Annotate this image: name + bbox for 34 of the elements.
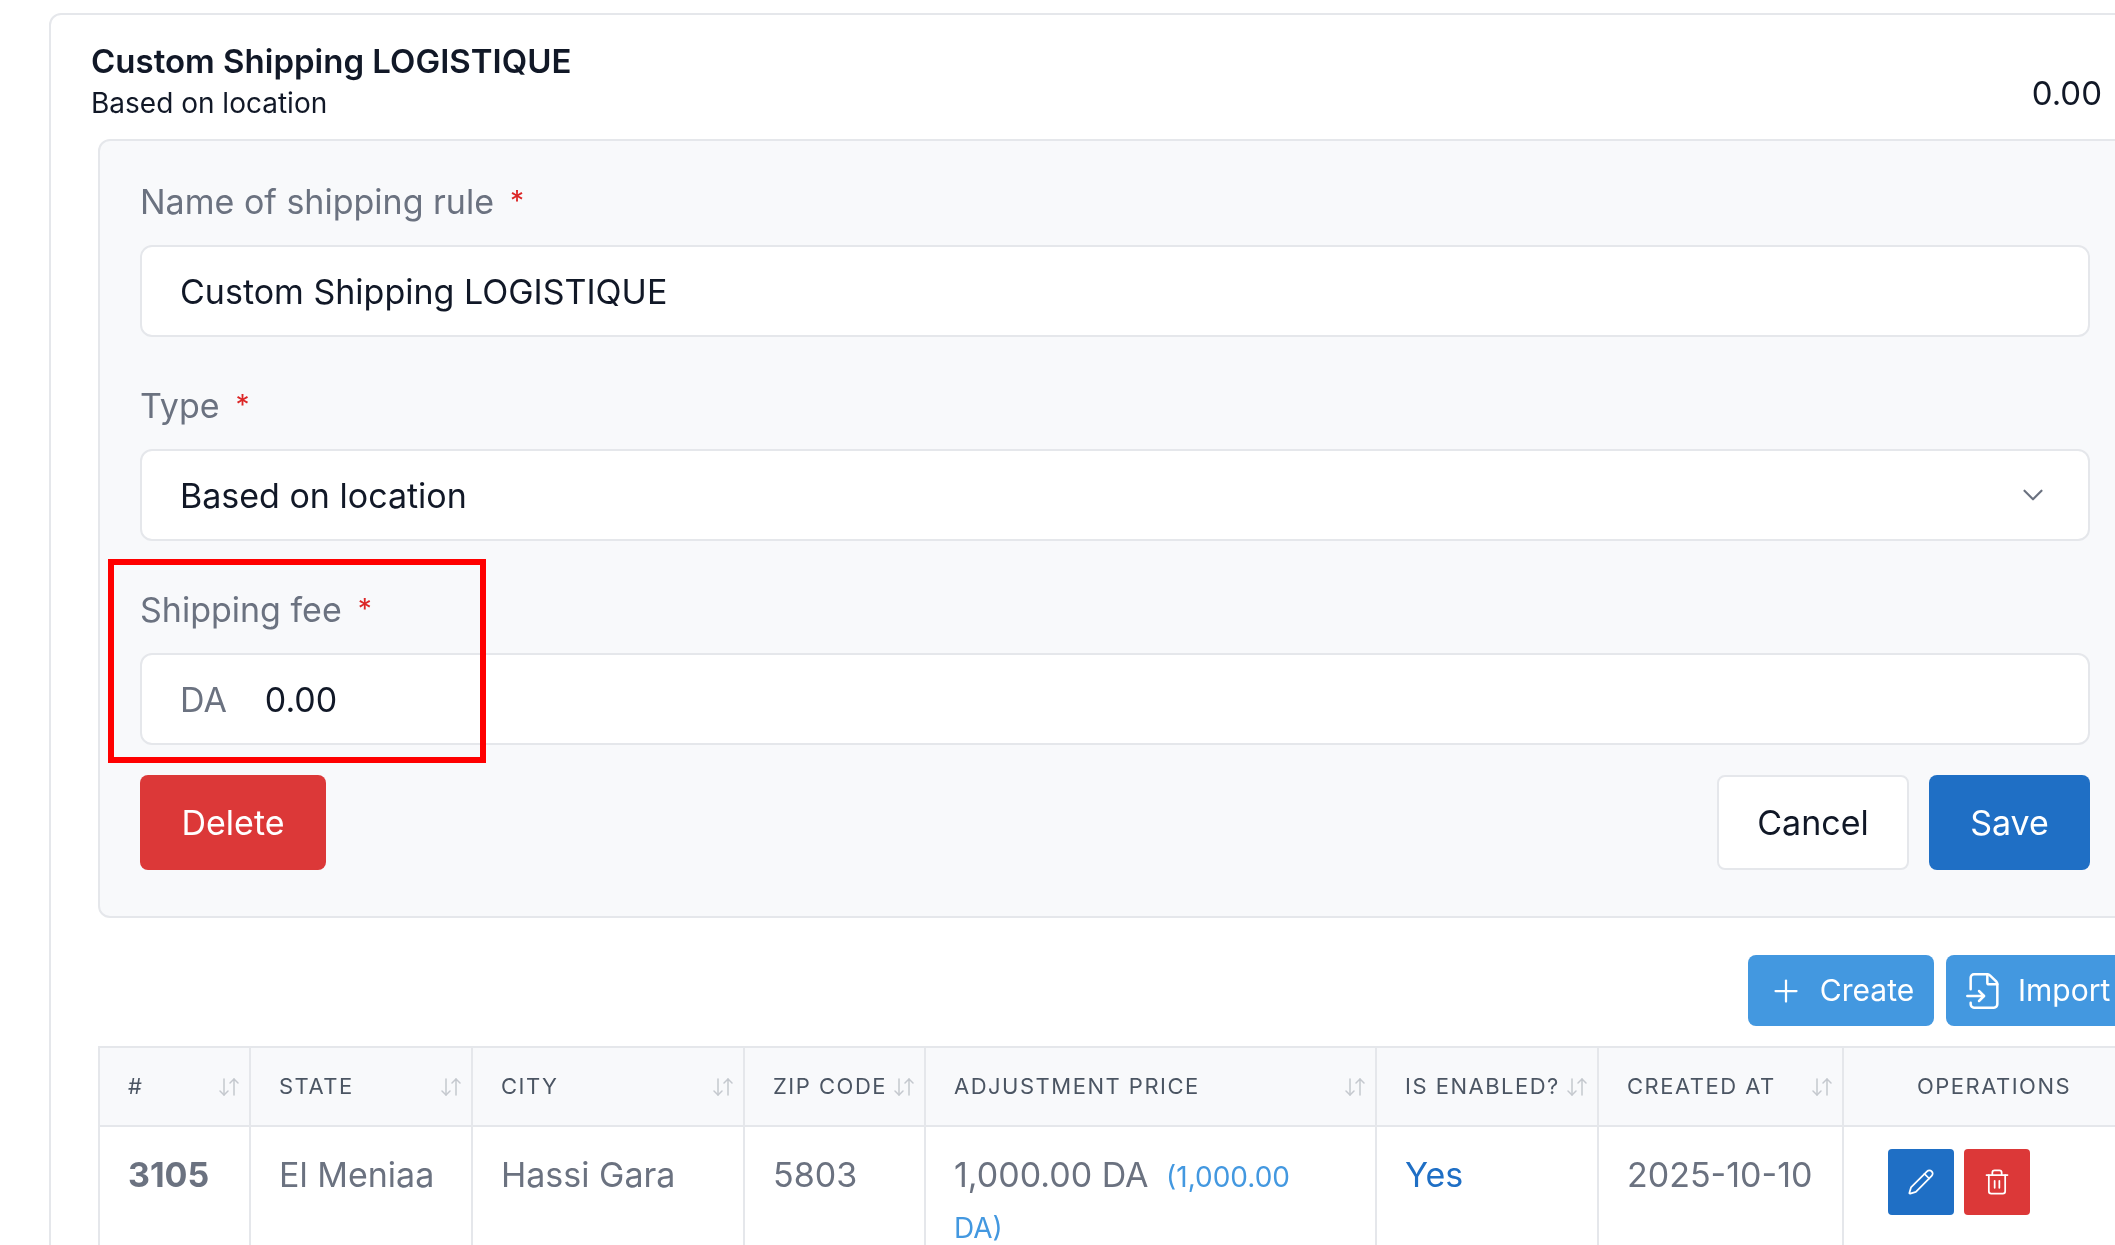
- column-header[interactable]: CREATED AT: [1599, 1048, 1844, 1125]
- trash-icon: [1983, 1168, 2011, 1196]
- table-cell: 3105: [100, 1127, 251, 1245]
- card-title: Custom Shipping LOGISTIQUE: [91, 40, 572, 83]
- field-label: Type: [140, 383, 220, 428]
- field-label: Name of shipping rule: [140, 179, 495, 224]
- column-header[interactable]: ADJUSTMENT PRICE: [926, 1048, 1377, 1125]
- type-select[interactable]: Based on location: [140, 449, 2090, 541]
- save-button[interactable]: Save: [1929, 775, 2090, 870]
- table-cell: Hassi Gara: [473, 1127, 745, 1245]
- text-field[interactable]: Custom Shipping LOGISTIQUE: [140, 245, 2090, 337]
- table-cell: 5803: [745, 1127, 926, 1245]
- table-cell: 2025-10-10: [1599, 1127, 1844, 1245]
- table-cell-text: 1,000.00 DA (1,000.00 DA): [954, 1153, 1291, 1245]
- column-header[interactable]: CITY: [473, 1048, 745, 1125]
- pencil-icon: [1907, 1168, 1935, 1196]
- column-header: OPERATIONS: [1915, 1072, 2073, 1101]
- delete-button[interactable]: Delete: [140, 775, 326, 870]
- edit-button[interactable]: [1888, 1149, 1954, 1215]
- column-header[interactable]: IS ENABLED?: [1377, 1048, 1599, 1125]
- table-cell: El Meniaa: [251, 1127, 473, 1245]
- field-label: Shipping fee: [140, 587, 342, 632]
- table-cell: Yes: [1377, 1127, 1599, 1245]
- required-mark: *: [510, 183, 525, 220]
- cancel-button[interactable]: Cancel: [1717, 775, 1909, 870]
- required-mark: *: [357, 591, 372, 628]
- column-header[interactable]: ZIP CODE: [745, 1048, 926, 1125]
- delete-row-button[interactable]: [1964, 1149, 2030, 1215]
- amount-text: 0.00: [2031, 72, 2102, 115]
- column-header[interactable]: STATE: [251, 1048, 473, 1125]
- column-header[interactable]: #: [100, 1048, 251, 1125]
- fee-field[interactable]: DA 0.00: [140, 653, 2090, 745]
- required-mark: *: [235, 387, 250, 424]
- card-subtitle: Based on location: [91, 85, 329, 122]
